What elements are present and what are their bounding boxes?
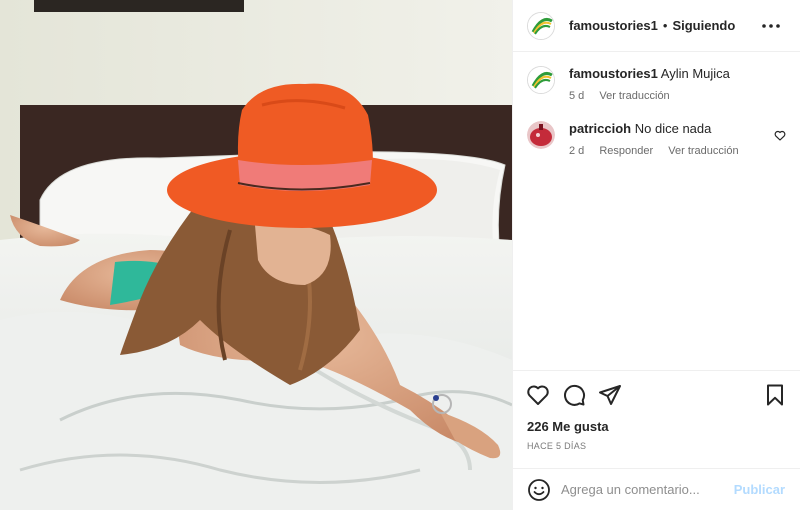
share-paper-plane-icon[interactable] [598,383,622,407]
author-avatar[interactable] [527,11,555,40]
caption: famoustories1 Aylin Mujica 5 d Ver tradu… [527,66,787,102]
following-button[interactable]: Siguiendo [672,18,735,33]
caption-translate-link[interactable]: Ver traducción [599,90,669,102]
publish-button[interactable]: Publicar [734,482,785,497]
post-timestamp: HACE 5 DÍAS [527,441,587,451]
comment-input[interactable] [561,482,731,497]
save-bookmark-icon[interactable] [763,383,787,407]
comment-item: patriccioh No dice nada 2 d Responder Ve… [527,121,787,157]
author-username[interactable]: famoustories1 [569,18,658,33]
photo-illustration [0,0,512,510]
comment-like-heart-icon[interactable] [774,128,786,146]
avatar-logo-icon [528,12,554,39]
add-comment-bar: Publicar [513,468,800,510]
header-separator: • [662,18,668,33]
comment-translate-link[interactable]: Ver traducción [668,145,738,157]
post-side-panel: famoustories1 • Siguiendo famoustories1 … [512,0,800,510]
avatar-logo-icon [528,67,554,93]
avatar-photo-icon [527,121,555,149]
comment-text: No dice nada [634,121,712,136]
post-actions: 226 Me gusta HACE 5 DÍAS [513,370,800,468]
post-header: famoustories1 • Siguiendo [513,0,800,52]
like-heart-icon[interactable] [526,383,550,407]
comment-bubble-icon[interactable] [562,383,586,407]
comment-username[interactable]: patriccioh [569,121,631,136]
comment-age[interactable]: 2 d [569,145,584,157]
reply-button[interactable]: Responder [599,145,653,157]
emoji-icon[interactable] [527,478,551,502]
caption-text: Aylin Mujica [660,66,730,81]
likes-count[interactable]: 226 Me gusta [527,419,609,434]
commenter-avatar[interactable] [527,121,555,149]
caption-avatar[interactable] [527,66,555,94]
post-photo[interactable] [0,0,512,510]
caption-age[interactable]: 5 d [569,90,584,102]
caption-username[interactable]: famoustories1 [569,66,658,81]
more-dots-icon[interactable] [759,14,783,38]
